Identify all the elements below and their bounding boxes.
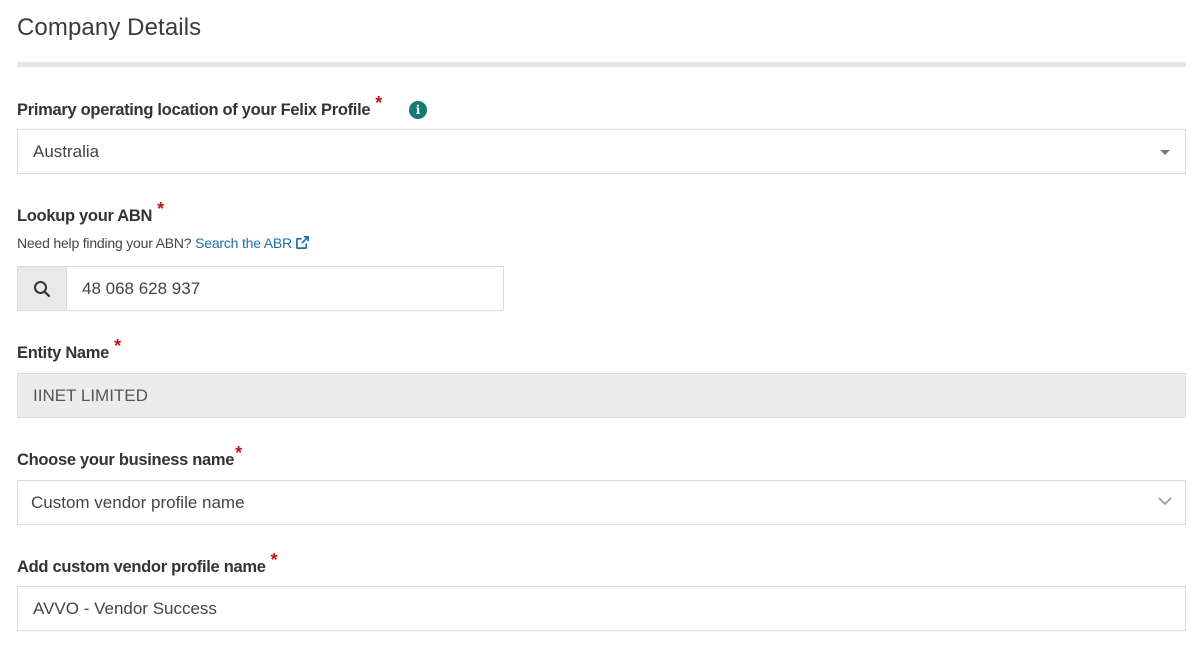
abn-search-group (17, 266, 504, 311)
required-asterisk: * (235, 443, 242, 463)
section-title: Company Details (17, 14, 202, 41)
location-label: Primary operating location of your Felix… (17, 93, 382, 120)
chevron-down-icon (1158, 497, 1172, 506)
search-button[interactable] (18, 267, 67, 310)
search-icon (34, 280, 51, 297)
location-select-value: Australia (33, 141, 100, 161)
required-asterisk: * (270, 550, 278, 570)
entity-name-field: IINET LIMITED (17, 373, 1186, 418)
business-name-select-value: Custom vendor profile name (31, 492, 245, 512)
entity-label: Entity Name * (17, 336, 121, 363)
abn-label-text: Lookup your ABN (17, 207, 153, 225)
abn-help-prefix: Need help finding your ABN? (17, 235, 192, 251)
custom-name-value: AVVO - Vendor Success (33, 598, 217, 618)
custom-name-label-text: Add custom vendor profile name (17, 558, 266, 576)
external-link-icon (295, 236, 309, 249)
caret-down-icon (1160, 150, 1170, 155)
abn-help-text: Need help finding your ABN? Search the A… (17, 235, 310, 251)
section-divider (17, 62, 1186, 67)
business-name-select[interactable]: Custom vendor profile name (17, 480, 1186, 525)
search-abr-link-text: Search the ABR (195, 235, 292, 251)
company-details-form: Company Details Primary operating locati… (0, 0, 1202, 650)
business-name-label: Choose your business name* (17, 443, 242, 470)
business-name-label-text: Choose your business name (17, 451, 235, 469)
location-label-text: Primary operating location of your Felix… (17, 101, 371, 119)
custom-name-label: Add custom vendor profile name * (17, 550, 278, 577)
required-asterisk: * (375, 93, 382, 113)
info-icon[interactable]: i (409, 101, 427, 119)
entity-name-value: IINET LIMITED (33, 385, 148, 405)
required-asterisk: * (157, 199, 164, 219)
abn-label: Lookup your ABN * (17, 199, 164, 226)
abn-input[interactable] (67, 267, 503, 310)
location-select[interactable]: Australia (17, 129, 1186, 174)
search-abr-link[interactable]: Search the ABR (195, 235, 310, 251)
custom-name-input[interactable]: AVVO - Vendor Success (17, 586, 1186, 631)
entity-label-text: Entity Name (17, 344, 110, 362)
required-asterisk: * (114, 336, 121, 356)
